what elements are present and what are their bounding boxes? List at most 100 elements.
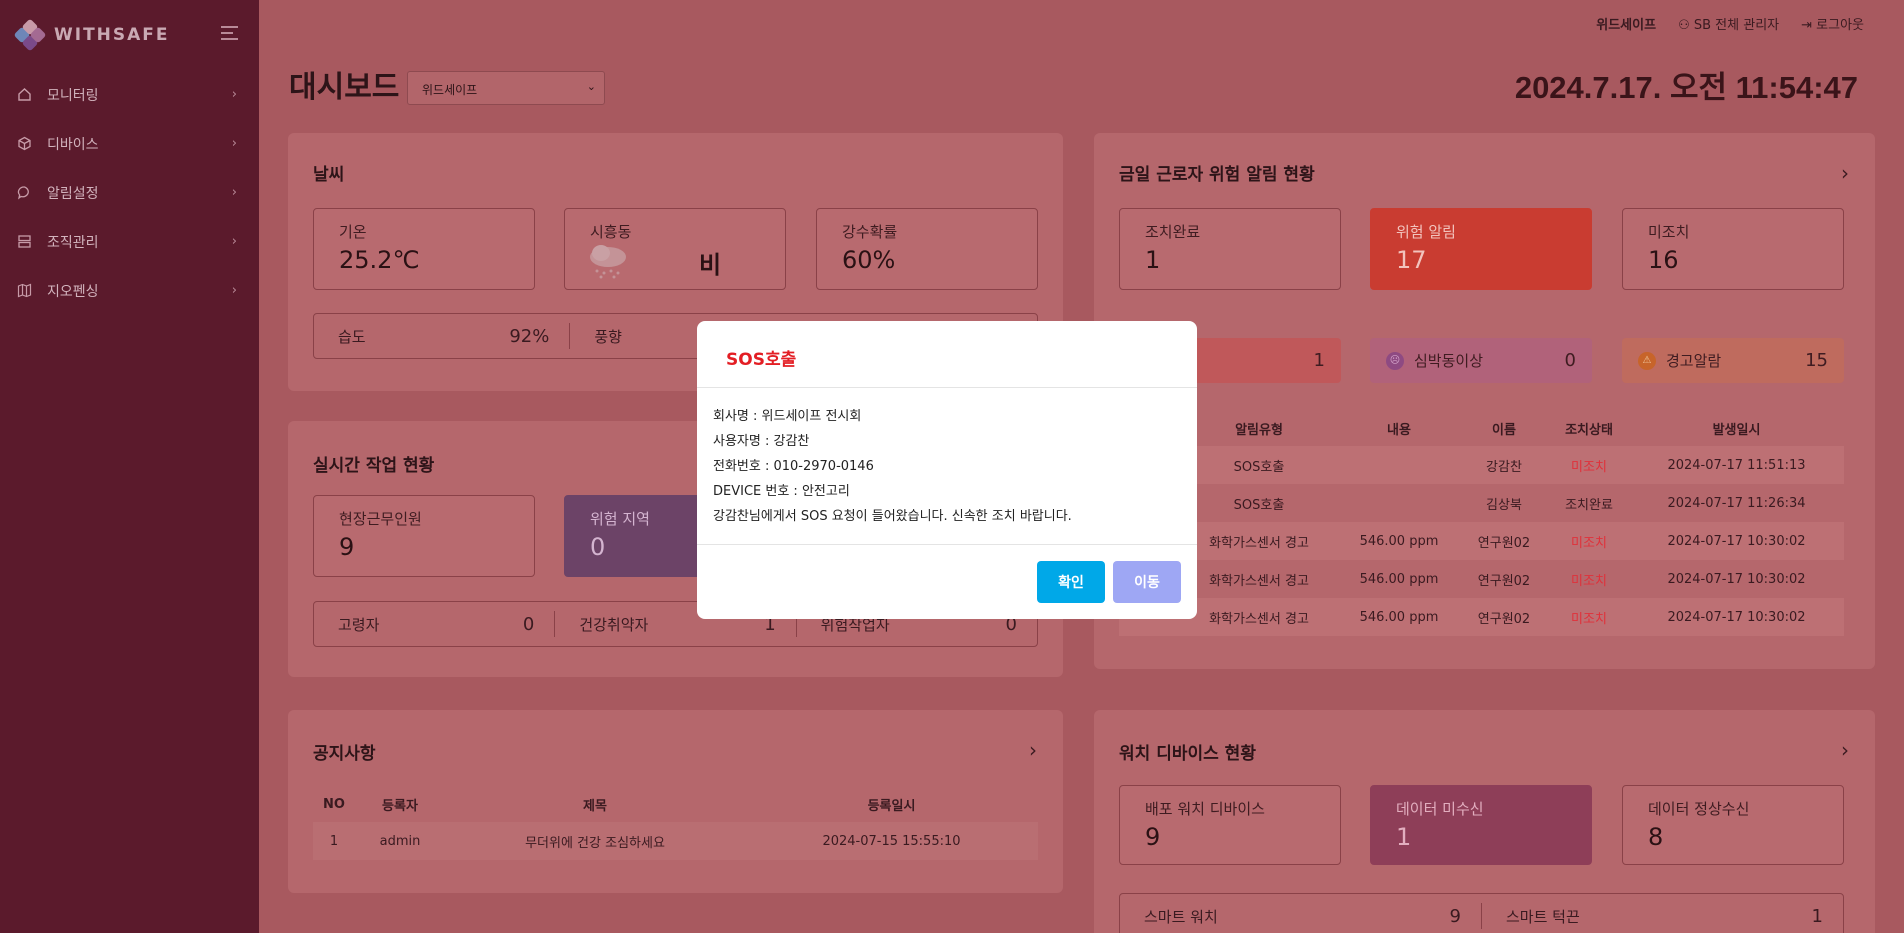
table-cell bbox=[1339, 484, 1459, 522]
pending-action-label: 미조치 bbox=[1648, 223, 1690, 241]
warning-alarm-pill[interactable]: ⚠ 경고알람 15 bbox=[1622, 338, 1844, 383]
modal-user-line: 사용자명 : 강감찬 bbox=[713, 434, 810, 449]
rain-probability-stat: 강수확률 60% bbox=[816, 208, 1038, 290]
danger-zone-label: 위험 지역 bbox=[590, 510, 650, 528]
humidity-segment: 습도 92% bbox=[314, 323, 571, 349]
menu-toggle-icon[interactable] bbox=[221, 26, 238, 44]
sidebar-item-device[interactable]: 디바이스 › bbox=[0, 119, 259, 168]
home-icon bbox=[17, 87, 32, 102]
danger-alert-value: 17 bbox=[1396, 246, 1427, 274]
table-row[interactable]: 1 admin 무더위에 건강 조심하세요 2024-07-15 15:55:1… bbox=[313, 822, 1038, 860]
realtime-work-title: 실시간 작업 현황 bbox=[313, 456, 435, 476]
topbar-user[interactable]: ⚇ SB 전체 관리자 bbox=[1678, 14, 1779, 33]
watch-device-title: 워치 디바이스 현황 bbox=[1119, 744, 1256, 764]
confirm-button[interactable]: 확인 bbox=[1037, 561, 1105, 603]
table-cell: 연구원02 bbox=[1477, 611, 1531, 627]
watch-device-card: 워치 디바이스 현황 › 배포 워치 디바이스 9 데이터 미수신 1 데이터 … bbox=[1094, 710, 1875, 933]
logout-link[interactable]: ⇥ 로그아웃 bbox=[1801, 14, 1864, 33]
data-normal-value: 8 bbox=[1648, 823, 1664, 851]
rain-cloud-icon bbox=[587, 243, 629, 283]
table-row[interactable]: 화학가스센서 경고 546.00 ppm 연구원02 미조치 2024-07-1… bbox=[1119, 522, 1844, 560]
location-label: 시흥동 bbox=[590, 223, 632, 241]
sidebar-item-alarm-settings[interactable]: 알림설정 › bbox=[0, 168, 259, 217]
data-missing-label: 데이터 미수신 bbox=[1396, 800, 1484, 818]
elderly-segment: 고령자 0 bbox=[314, 611, 556, 637]
table-row[interactable]: 화학가스센서 경고 546.00 ppm 연구원02 미조치 2024-07-1… bbox=[1119, 560, 1844, 598]
deployed-watch-label: 배포 워치 디바이스 bbox=[1145, 800, 1265, 818]
table-cell: 화학가스센서 경고 bbox=[1209, 535, 1309, 551]
chevron-right-icon: › bbox=[231, 185, 237, 200]
column-header: 내용 bbox=[1387, 422, 1411, 438]
brand-logo[interactable]: WITHSAFE bbox=[13, 18, 170, 52]
chevron-right-icon: › bbox=[231, 87, 237, 102]
danger-alert-label: 위험 알림 bbox=[1396, 223, 1456, 241]
location-weather-stat: 시흥동 비 bbox=[564, 208, 786, 290]
sidebar-item-label: 알림설정 bbox=[47, 185, 99, 202]
table-cell: 화학가스센서 경고 bbox=[1209, 611, 1309, 627]
page-title: 대시보드 bbox=[289, 71, 400, 104]
heart-rate-label: 심박동이상 bbox=[1414, 352, 1484, 370]
sidebar-item-geofencing[interactable]: 지오펜싱 › bbox=[0, 266, 259, 315]
chevron-right-icon[interactable]: › bbox=[1841, 161, 1849, 185]
table-row[interactable]: SOS호출 김상북 조치완료 2024-07-17 11:26:34 bbox=[1119, 484, 1844, 522]
deployed-watch-value: 9 bbox=[1145, 823, 1161, 851]
brand-name: WITHSAFE bbox=[54, 25, 170, 45]
warning-icon: ⚠ bbox=[1638, 351, 1656, 370]
smart-chinstrap-segment: 스마트 턱끈 1 bbox=[1482, 903, 1843, 929]
table-cell: SOS호출 bbox=[1233, 459, 1285, 475]
deployed-watch-stat: 배포 워치 디바이스 9 bbox=[1119, 785, 1341, 865]
company-select[interactable]: 위드세이프 ⌄ bbox=[407, 71, 605, 105]
table-row[interactable]: 화학가스센서 경고 546.00 ppm 연구원02 미조치 2024-07-1… bbox=[1119, 598, 1844, 636]
chevron-right-icon[interactable]: › bbox=[1029, 738, 1037, 762]
smartwatch-label: 스마트 워치 bbox=[1144, 907, 1218, 926]
action-completed-value: 1 bbox=[1145, 246, 1161, 274]
device-type-row: 스마트 워치 9 스마트 턱끈 1 bbox=[1119, 893, 1844, 933]
pending-action-value: 16 bbox=[1648, 246, 1679, 274]
chevron-right-icon[interactable]: › bbox=[1841, 738, 1849, 762]
warning-alarm-value: 15 bbox=[1805, 350, 1828, 371]
worker-alerts-title: 금일 근로자 위험 알림 현황 bbox=[1119, 165, 1315, 185]
onsite-workers-stat: 현장근무인원 9 bbox=[313, 495, 535, 577]
divider bbox=[697, 544, 1197, 545]
table-header-row: NO 등록자 제목 등록일시 bbox=[313, 786, 1038, 822]
danger-zone-value: 0 bbox=[590, 533, 606, 561]
sidebar-item-label: 지오펜싱 bbox=[47, 283, 99, 300]
heart-rate-pill[interactable]: ☹ 심박동이상 0 bbox=[1370, 338, 1592, 383]
column-header: 발생일시 bbox=[1712, 422, 1761, 438]
table-cell: 2024-07-17 11:51:13 bbox=[1667, 457, 1806, 473]
table-row[interactable]: SOS호출 강감찬 미조치 2024-07-17 11:51:13 bbox=[1119, 446, 1844, 484]
data-missing-stat: 데이터 미수신 1 bbox=[1370, 785, 1592, 865]
temperature-stat: 기온 25.2℃ bbox=[313, 208, 535, 290]
current-datetime: 2024.7.17. 오전 11:54:47 bbox=[1514, 70, 1858, 105]
table-cell: 2024-07-15 15:55:10 bbox=[822, 833, 961, 849]
wind-label: 풍향 bbox=[594, 327, 622, 346]
table-cell: 강감찬 bbox=[1486, 459, 1522, 475]
data-normal-stat: 데이터 정상수신 8 bbox=[1622, 785, 1844, 865]
divider bbox=[697, 387, 1197, 388]
logout-label: 로그아웃 bbox=[1816, 18, 1864, 33]
table-cell: 546.00 ppm bbox=[1359, 571, 1439, 587]
logout-icon: ⇥ bbox=[1801, 18, 1817, 33]
topbar: 위드세이프 ⚇ SB 전체 관리자 ⇥ 로그아웃 bbox=[1596, 14, 1864, 33]
table-cell: 연구원02 bbox=[1477, 573, 1531, 589]
column-header: NO bbox=[323, 796, 345, 812]
sidebar-item-monitoring[interactable]: 모니터링 › bbox=[0, 70, 259, 119]
sos-modal: SOS호출 회사명 : 위드세이프 전시회 사용자명 : 강감찬 전화번호 : … bbox=[697, 321, 1197, 619]
column-header: 조치상태 bbox=[1565, 422, 1613, 438]
elderly-label: 고령자 bbox=[338, 615, 380, 634]
move-button[interactable]: 이동 bbox=[1113, 561, 1181, 603]
map-icon bbox=[17, 283, 32, 298]
table-cell: 김상북 bbox=[1486, 497, 1522, 513]
column-header: 제목 bbox=[583, 798, 607, 814]
modal-title: SOS호출 bbox=[726, 350, 797, 370]
modal-phone-line: 전화번호 : 010-2970-0146 bbox=[713, 459, 874, 474]
sidebar-nav: 모니터링 › 디바이스 › 알림설정 › 조직관리 › 지오펜싱 › bbox=[0, 70, 259, 315]
withsafe-logo-icon bbox=[13, 18, 47, 52]
table-cell: 2024-07-17 10:30:02 bbox=[1667, 609, 1806, 625]
heart-rate-value: 0 bbox=[1564, 350, 1576, 371]
pending-action-stat: 미조치 16 bbox=[1622, 208, 1844, 290]
company-select-value: 위드세이프 bbox=[422, 83, 478, 97]
sidebar-item-organization[interactable]: 조직관리 › bbox=[0, 217, 259, 266]
table-cell: 1 bbox=[329, 833, 339, 849]
smart-chinstrap-label: 스마트 턱끈 bbox=[1506, 907, 1580, 926]
